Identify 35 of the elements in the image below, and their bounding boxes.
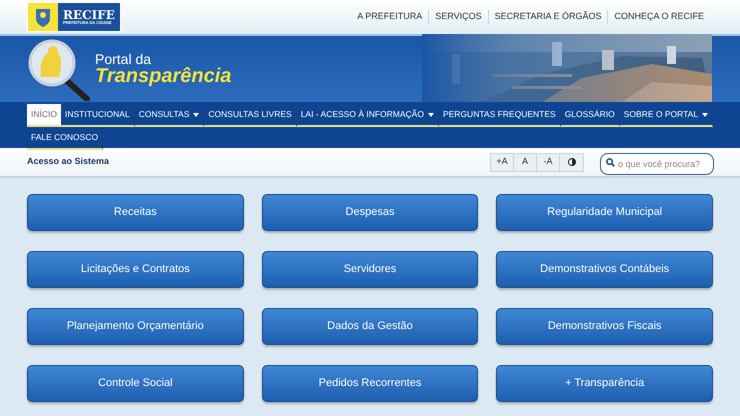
top-link[interactable]: SERVIÇOS xyxy=(428,10,488,24)
login-link[interactable]: Acesso ao Sistema xyxy=(27,155,110,169)
coat-of-arms-icon xyxy=(28,3,58,31)
nav-tab[interactable]: CONSULTAS xyxy=(134,104,204,127)
top-link[interactable]: A PREFEITURA xyxy=(351,10,428,24)
nav-tab[interactable]: GLOSSÁRIO xyxy=(560,104,620,127)
category-button[interactable]: + Transparência xyxy=(496,365,713,402)
category-button[interactable]: Receitas xyxy=(27,194,244,231)
category-button[interactable]: Servidores xyxy=(262,251,478,288)
search-icon xyxy=(606,158,615,167)
font-size-button[interactable]: -A xyxy=(537,154,560,170)
category-button[interactable]: Demonstrativos Contábeis xyxy=(496,251,713,288)
portal-title-large: Transparência xyxy=(95,66,232,86)
category-button[interactable]: Licitações e Contratos xyxy=(27,251,244,288)
top-link[interactable]: CONHEÇA O RECIFE xyxy=(607,10,710,24)
nav-tab[interactable]: CONSULTAS LIVRES xyxy=(204,104,297,127)
nav-tab[interactable]: INÍCIO xyxy=(27,104,61,127)
nav-tab[interactable]: LAI - ACESSO À INFORMAÇÃO xyxy=(296,104,439,127)
category-button[interactable]: Demonstrativos Fiscais xyxy=(496,308,713,345)
nav-tab[interactable]: SOBRE O PORTAL xyxy=(620,104,714,127)
nav-tab[interactable]: PERGUNTAS FREQUENTES xyxy=(438,104,561,127)
portal-title-small: Portal da xyxy=(95,52,152,66)
category-button[interactable]: Regularidade Municipal xyxy=(496,194,713,231)
top-link[interactable]: SECRETARIA E ÓRGÃOS xyxy=(488,10,608,24)
nav-tab[interactable]: INSTITUCIONAL xyxy=(60,104,135,127)
logo-name: RECIFE xyxy=(63,9,115,21)
font-size-button[interactable]: A xyxy=(514,154,537,170)
category-button[interactable]: Dados da Gestão xyxy=(262,308,478,345)
font-size-button[interactable]: +A xyxy=(491,154,514,170)
category-button[interactable]: Pedidos Recorrentes xyxy=(262,365,478,402)
category-button[interactable]: Despesas xyxy=(262,194,478,231)
category-button[interactable]: Controle Social xyxy=(27,365,244,402)
category-button[interactable]: Planejamento Orçamentário xyxy=(27,308,244,345)
search-field[interactable]: o que você procura? xyxy=(600,153,714,175)
contrast-icon xyxy=(568,158,576,166)
